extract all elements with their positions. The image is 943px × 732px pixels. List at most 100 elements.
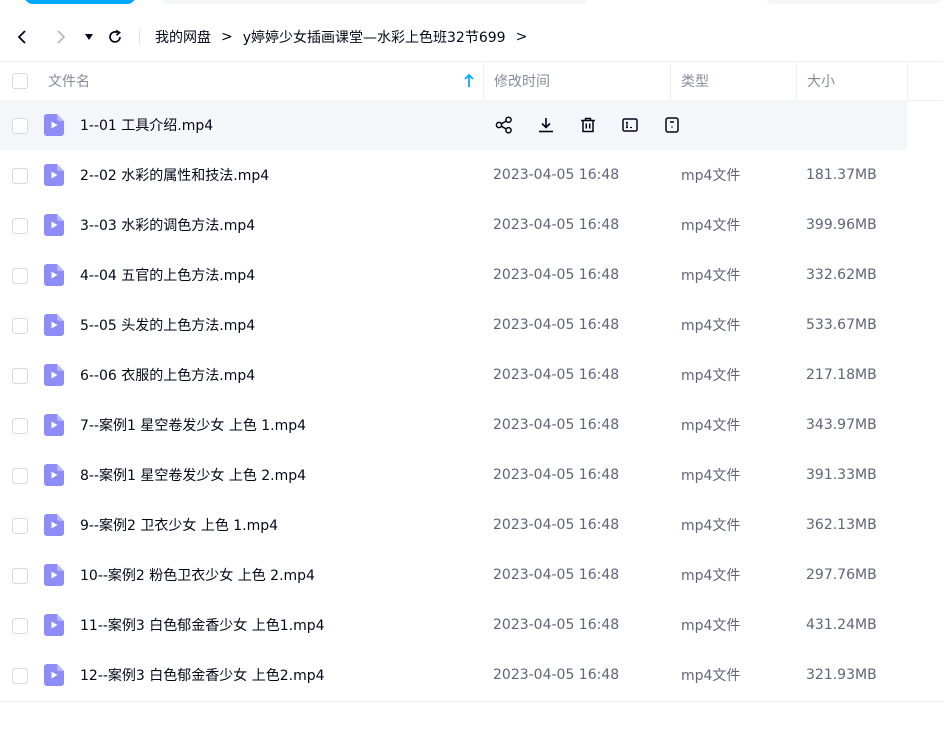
refresh-icon	[109, 29, 121, 43]
file-row[interactable]: 9--案例2 卫衣少女 上色 1.mp4 2023-04-05 16:48 mp…	[0, 500, 943, 550]
file-modified-time: 2023-04-05 16:48	[493, 667, 620, 683]
search-bar[interactable]	[160, 0, 590, 4]
file-row[interactable]: 10--案例2 粉色卫衣少女 上色 2.mp4 2023-04-05 16:48…	[0, 550, 943, 600]
file-name[interactable]: 6--06 衣服的上色方法.mp4	[80, 350, 255, 400]
column-header-type[interactable]: 类型	[670, 62, 796, 100]
file-row[interactable]: 11--案例3 白色郁金香少女 上色1.mp4 2023-04-05 16:48…	[0, 600, 943, 650]
file-row[interactable]: 2--02 水彩的属性和技法.mp4 2023-04-05 16:48 mp4文…	[0, 150, 943, 200]
history-dropdown[interactable]	[78, 26, 100, 48]
breadcrumb-current-folder[interactable]: y婷婷少女插画课堂—水彩上色班32节699	[243, 27, 506, 47]
file-modified-time: 2023-04-05 16:48	[493, 567, 620, 583]
file-size: 533.67MB	[806, 317, 877, 333]
more-icon	[665, 117, 679, 133]
file-type: mp4文件	[681, 518, 741, 534]
row-checkbox[interactable]	[12, 318, 28, 334]
toolbar-right[interactable]	[765, 0, 943, 4]
video-file-icon	[44, 114, 64, 136]
file-row[interactable]: 6--06 衣服的上色方法.mp4 2023-04-05 16:48 mp4文件…	[0, 350, 943, 400]
row-checkbox[interactable]	[12, 468, 28, 484]
file-name[interactable]: 9--案例2 卫衣少女 上色 1.mp4	[80, 500, 278, 550]
row-checkbox[interactable]	[12, 668, 28, 684]
file-row[interactable]: 3--03 水彩的调色方法.mp4 2023-04-05 16:48 mp4文件…	[0, 200, 943, 250]
file-size: 217.18MB	[806, 367, 877, 383]
row-checkbox[interactable]	[12, 568, 28, 584]
more-button[interactable]	[662, 115, 682, 135]
sort-ascending-icon[interactable]	[463, 74, 475, 88]
file-type: mp4文件	[681, 368, 741, 384]
column-header-spacer	[907, 62, 943, 100]
row-checkbox[interactable]	[12, 418, 28, 434]
upload-button[interactable]	[24, 0, 136, 4]
row-checkbox[interactable]	[12, 168, 28, 184]
file-row[interactable]: 5--05 头发的上色方法.mp4 2023-04-05 16:48 mp4文件…	[0, 300, 943, 350]
navigation-bar: 我的网盘 > y婷婷少女插画课堂—水彩上色班32节699 >	[0, 16, 943, 58]
caret-down-icon	[85, 34, 93, 40]
file-size: 332.62MB	[806, 267, 877, 283]
file-type: mp4文件	[681, 468, 741, 484]
video-file-icon	[44, 664, 64, 686]
row-checkbox[interactable]	[12, 618, 28, 634]
breadcrumb: 我的网盘 > y婷婷少女插画课堂—水彩上色班32节699 >	[155, 26, 537, 48]
file-type: mp4文件	[681, 168, 741, 184]
share-icon	[495, 116, 512, 134]
video-file-icon	[44, 414, 64, 436]
column-header-modified[interactable]: 修改时间	[483, 62, 670, 100]
column-header-size[interactable]: 大小	[796, 62, 908, 100]
row-checkbox[interactable]	[12, 218, 28, 234]
file-name[interactable]: 5--05 头发的上色方法.mp4	[80, 300, 255, 350]
file-row[interactable]: 7--案例1 星空卷发少女 上色 1.mp4 2023-04-05 16:48 …	[0, 400, 943, 450]
breadcrumb-separator: >	[515, 29, 528, 45]
file-name[interactable]: 4--04 五官的上色方法.mp4	[80, 250, 255, 300]
chevron-left-icon	[17, 30, 26, 44]
table-header: 文件名 修改时间 类型 大小	[0, 61, 943, 101]
delete-button[interactable]	[578, 115, 598, 135]
file-row[interactable]: 12--案例3 白色郁金香少女 上色2.mp4 2023-04-05 16:48…	[0, 650, 943, 700]
row-checkbox[interactable]	[12, 118, 28, 134]
file-name[interactable]: 11--案例3 白色郁金香少女 上色1.mp4	[80, 600, 325, 650]
refresh-button[interactable]	[104, 26, 126, 48]
rename-button[interactable]	[620, 115, 640, 135]
file-name[interactable]: 12--案例3 白色郁金香少女 上色2.mp4	[80, 650, 325, 700]
file-modified-time: 2023-04-05 16:48	[493, 517, 620, 533]
top-toolbar-remnant	[0, 0, 943, 8]
file-size: 343.97MB	[806, 417, 877, 433]
file-row[interactable]: 1--01 工具介绍.mp4	[0, 100, 907, 150]
file-row[interactable]: 4--04 五官的上色方法.mp4 2023-04-05 16:48 mp4文件…	[0, 250, 943, 300]
file-name[interactable]: 8--案例1 星空卷发少女 上色 2.mp4	[80, 450, 306, 500]
file-type: mp4文件	[681, 318, 741, 334]
file-modified-time: 2023-04-05 16:48	[493, 317, 620, 333]
breadcrumb-root[interactable]: 我的网盘	[155, 27, 211, 47]
row-checkbox[interactable]	[12, 268, 28, 284]
file-size: 321.93MB	[806, 667, 877, 683]
file-type: mp4文件	[681, 268, 741, 284]
file-modified-time: 2023-04-05 16:48	[493, 217, 620, 233]
share-button[interactable]	[494, 115, 514, 135]
video-file-icon	[44, 564, 64, 586]
video-file-icon	[44, 214, 64, 236]
forward-button[interactable]	[50, 26, 72, 48]
download-button[interactable]	[536, 115, 556, 135]
file-row[interactable]: 8--案例1 星空卷发少女 上色 2.mp4 2023-04-05 16:48 …	[0, 450, 943, 500]
video-file-icon	[44, 464, 64, 486]
delete-icon	[581, 117, 595, 133]
file-modified-time: 2023-04-05 16:48	[493, 167, 620, 183]
file-type: mp4文件	[681, 218, 741, 234]
chevron-right-icon	[57, 30, 66, 44]
row-checkbox[interactable]	[12, 368, 28, 384]
download-icon	[539, 118, 553, 133]
list-bottom-divider	[0, 701, 943, 702]
file-name[interactable]: 2--02 水彩的属性和技法.mp4	[80, 150, 269, 200]
file-name[interactable]: 10--案例2 粉色卫衣少女 上色 2.mp4	[80, 550, 315, 600]
file-name[interactable]: 7--案例1 星空卷发少女 上色 1.mp4	[80, 400, 306, 450]
column-header-name[interactable]: 文件名	[48, 62, 90, 100]
row-checkbox[interactable]	[12, 518, 28, 534]
select-all-checkbox[interactable]	[12, 73, 28, 89]
video-file-icon	[44, 264, 64, 286]
back-button[interactable]	[11, 26, 33, 48]
rename-icon	[622, 118, 638, 132]
file-modified-time: 2023-04-05 16:48	[493, 617, 620, 633]
file-name[interactable]: 1--01 工具介绍.mp4	[80, 100, 213, 150]
file-size: 297.76MB	[806, 567, 877, 583]
file-modified-time: 2023-04-05 16:48	[493, 267, 620, 283]
file-name[interactable]: 3--03 水彩的调色方法.mp4	[80, 200, 255, 250]
